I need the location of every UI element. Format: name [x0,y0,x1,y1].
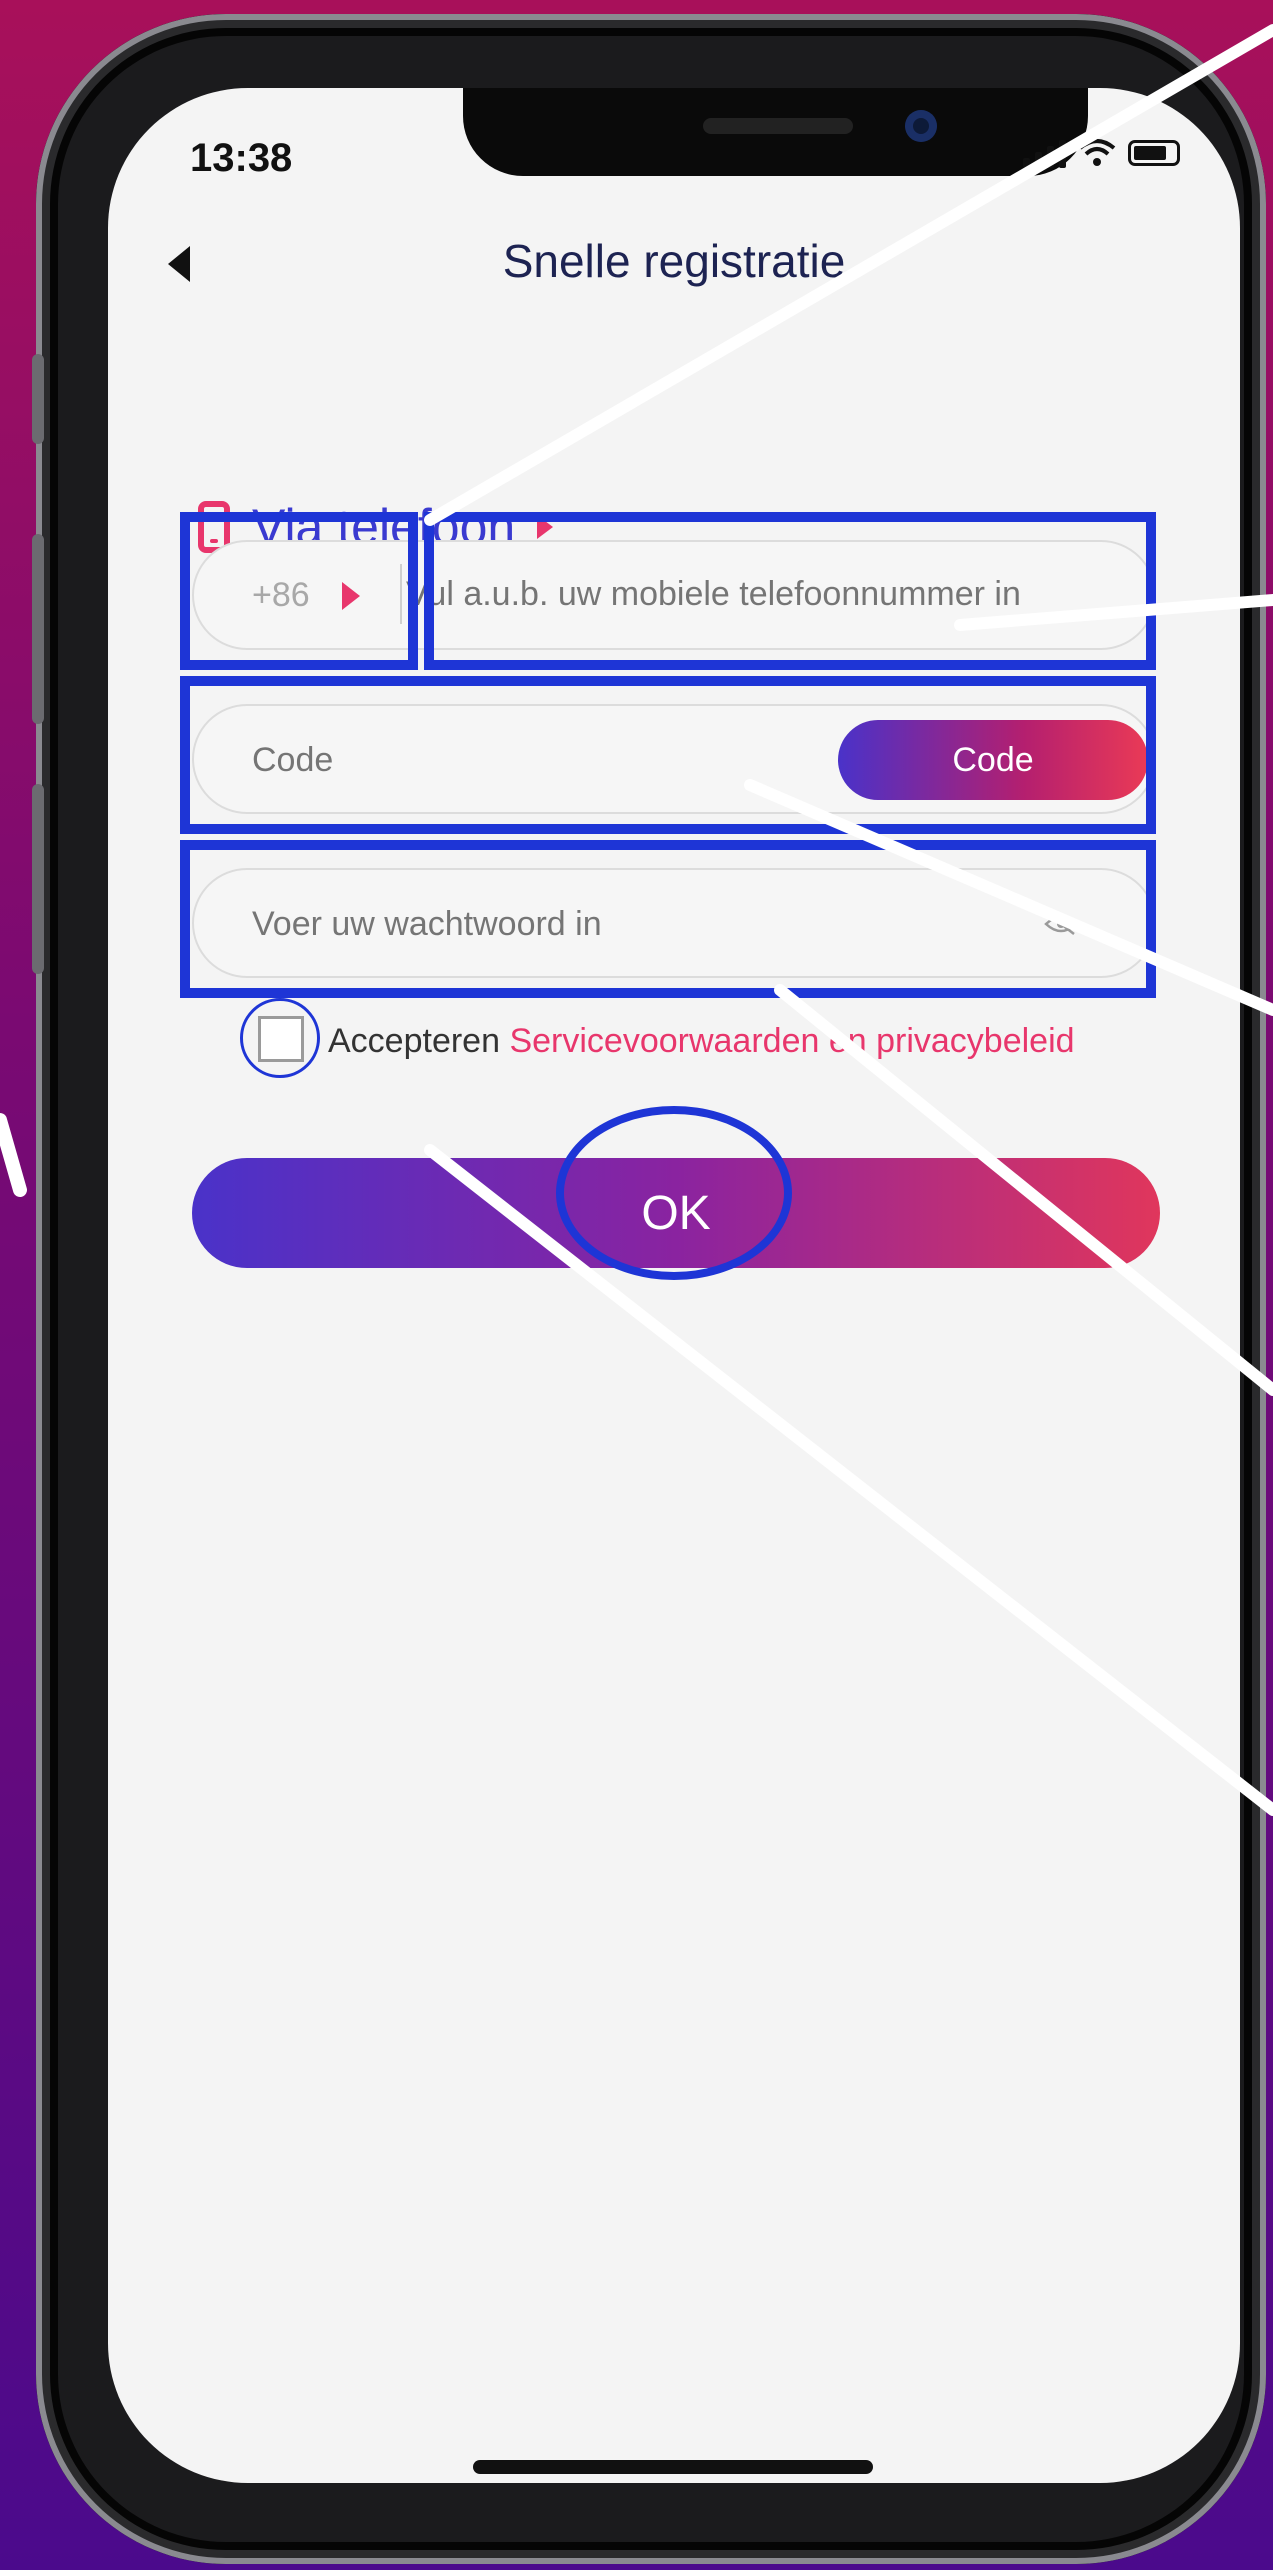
battery-icon [1128,140,1180,166]
annotation-password-box [180,840,1156,998]
mute-switch [32,354,44,444]
annotation-checkbox-circle [240,998,320,1078]
speaker [703,118,853,134]
status-time: 13:38 [190,136,293,180]
phone-screen: 13:38 Snelle registratie Via telefoon +8… [108,88,1240,2483]
status-icons [1023,138,1180,168]
volume-down-button [32,784,44,974]
accept-label: Accepteren [328,1022,500,1060]
annotation-country-box [180,512,418,670]
wifi-icon [1078,139,1116,166]
pointer-line-left [0,1113,27,1197]
page-title: Snelle registratie [502,235,846,287]
terms-text: Accepteren Servicevoorwaarden en privacy… [328,1022,1075,1061]
annotation-code-box [180,676,1156,834]
front-camera [905,110,937,142]
volume-up-button [32,534,44,724]
home-indicator [473,2460,873,2474]
signal-icon [1023,138,1066,168]
annotation-phone-box [424,512,1156,670]
terms-link[interactable]: Servicevoorwaarden en privacybeleid [509,1022,1074,1060]
annotation-ok-circle [556,1106,792,1280]
notch [463,88,1088,176]
